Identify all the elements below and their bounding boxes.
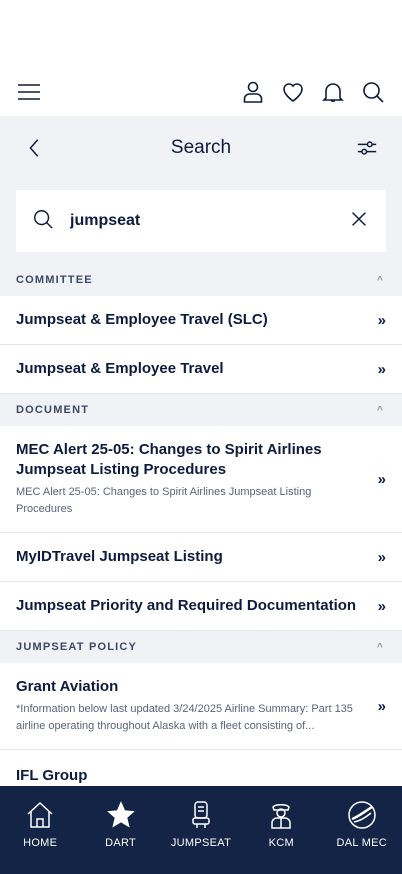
result-title: IFL Group [16,767,88,784]
search-icon [32,208,54,235]
bottom-nav: HOME DART JUMPSEAT KCM DAL MEC [0,786,402,874]
search-icon[interactable] [360,79,386,105]
result-title: MEC Alert 25-05: Changes to Spirit Airli… [16,441,322,478]
nav-jumpseat[interactable]: JUMPSEAT [165,800,237,874]
chevron-right-icon: » [377,597,386,615]
result-item[interactable]: Grant Aviation *Information below last u… [0,663,402,750]
clear-icon[interactable] [348,208,370,235]
search-input[interactable] [70,212,348,230]
page-title: Search [170,137,232,158]
result-title: Jumpseat Priority and Required Documenta… [16,597,357,614]
collapse-caret-icon: ^ [376,641,384,653]
dal-mec-logo-icon [348,801,376,829]
chevron-right-icon: » [377,548,386,566]
nav-dal-mec[interactable]: DAL MEC [326,800,398,874]
search-panel: Search [0,116,402,264]
result-title: Grant Aviation [16,678,119,695]
top-bar [0,68,402,116]
section-header-document[interactable]: DOCUMENT ^ [0,394,402,426]
result-item[interactable]: Jumpseat & Employee Travel (SLC) » [0,296,402,345]
nav-home[interactable]: HOME [4,800,76,874]
chevron-right-icon: » [377,697,386,715]
result-item[interactable]: MEC Alert 25-05: Changes to Spirit Airli… [0,426,402,533]
chevron-right-icon: » [377,470,386,488]
pilot-icon [271,804,292,829]
back-chevron-icon[interactable] [22,135,48,161]
collapse-caret-icon: ^ [376,404,384,416]
search-results: COMMITTEE ^ Jumpseat & Employee Travel (… [0,264,402,799]
result-item[interactable]: MyIDTravel Jumpseat Listing » [0,533,402,582]
star-icon [106,801,135,828]
status-bar-area [0,0,402,68]
result-item[interactable]: Jumpseat Priority and Required Documenta… [0,582,402,631]
heart-icon[interactable] [280,79,306,105]
hamburger-icon[interactable] [16,79,42,105]
section-header-committee[interactable]: COMMITTEE ^ [0,264,402,296]
filter-sliders-icon[interactable] [354,135,380,161]
search-header: Search [0,116,402,180]
result-title: MyIDTravel Jumpseat Listing [16,548,223,565]
bell-icon[interactable] [320,79,346,105]
section-header-jumpseat-policy[interactable]: JUMPSEAT POLICY ^ [0,631,402,663]
result-description: MEC Alert 25-05: Changes to Spirit Airli… [16,486,312,515]
jumpseat-icon [192,801,210,828]
collapse-caret-icon: ^ [376,274,384,286]
chevron-right-icon: » [377,360,386,378]
result-title: Jumpseat & Employee Travel (SLC) [16,311,268,328]
search-box [16,190,386,252]
result-description: *Information below last updated 3/24/202… [16,703,353,732]
nav-dart[interactable]: DART [85,800,157,874]
user-icon[interactable] [240,79,266,105]
nav-kcm[interactable]: KCM [245,800,317,874]
result-item[interactable]: Jumpseat & Employee Travel » [0,345,402,394]
home-icon [27,801,53,828]
chevron-right-icon: » [377,311,386,329]
result-title: Jumpseat & Employee Travel [16,360,224,377]
